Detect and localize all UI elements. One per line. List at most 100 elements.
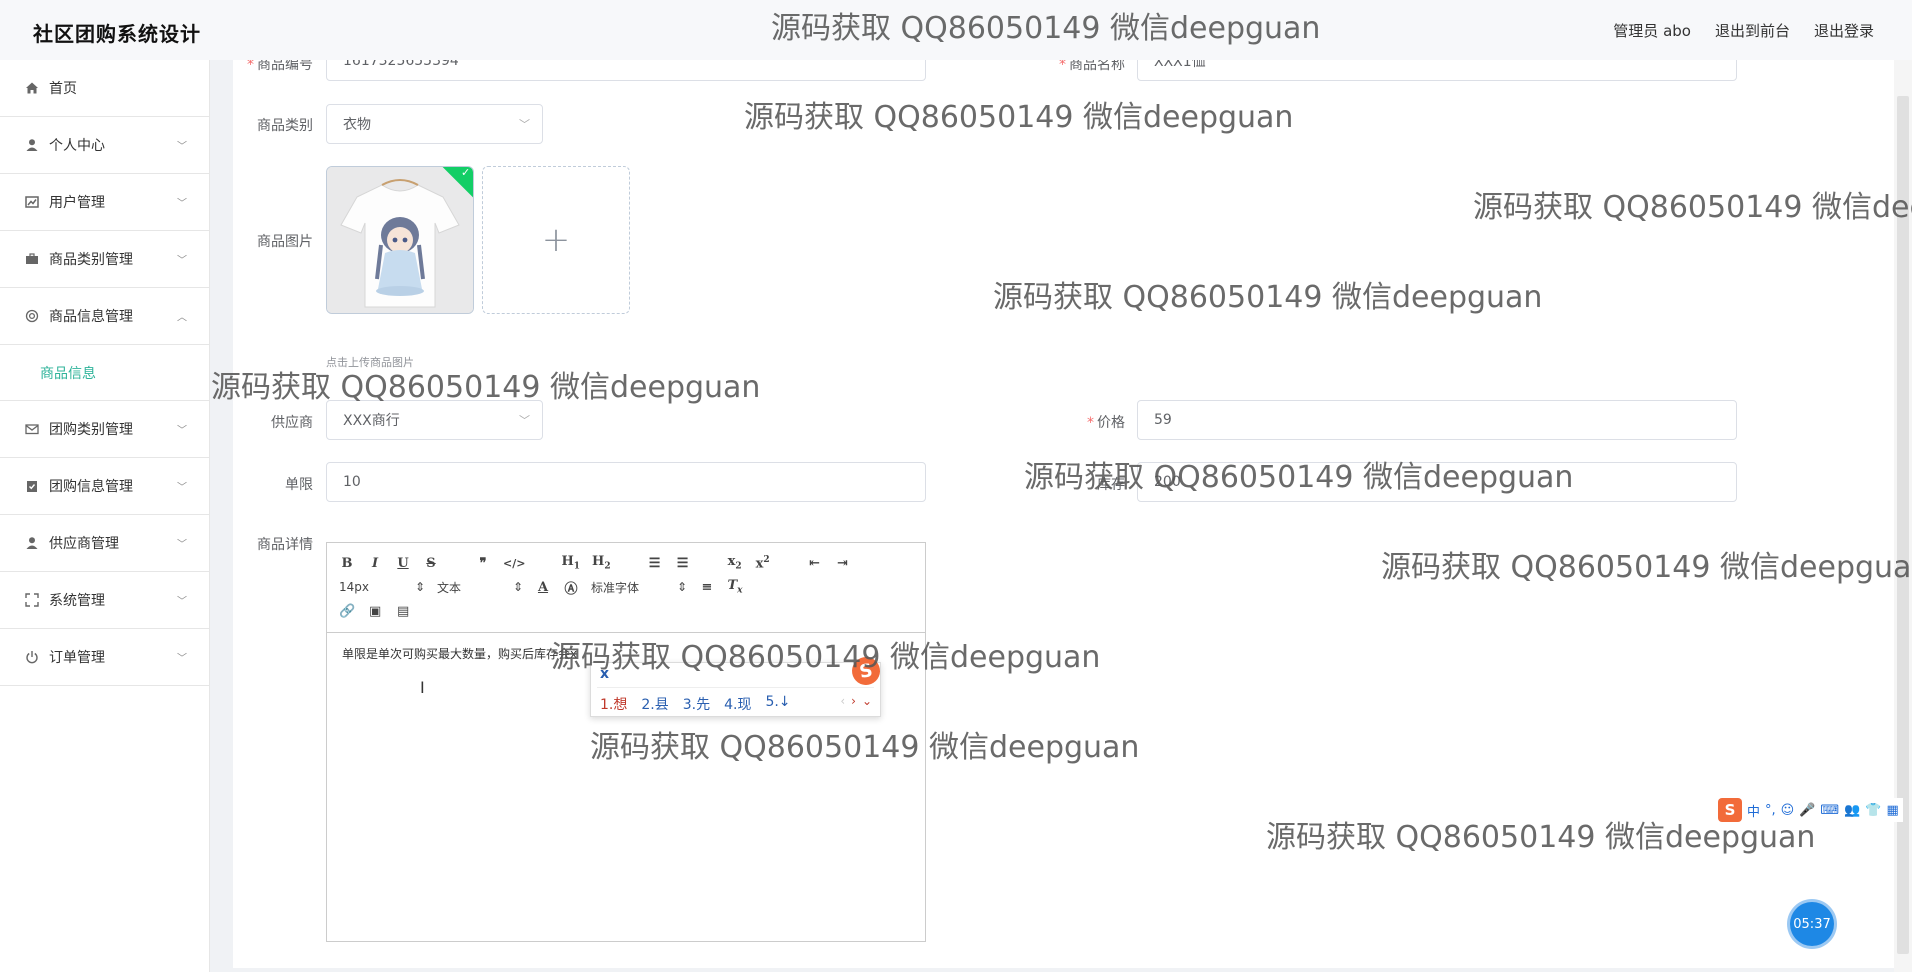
limit-field[interactable]: 10: [326, 462, 926, 502]
underline-button[interactable]: U: [395, 556, 411, 571]
clipboard-icon: [24, 478, 40, 494]
chevron-down-icon: ﹀: [519, 414, 530, 427]
clear-format-button[interactable]: Tx: [727, 578, 743, 596]
font-family-select[interactable]: 标准字体 ⇕: [591, 579, 687, 596]
home-icon: [24, 80, 40, 96]
chevron-down-icon: ﹀: [177, 482, 187, 494]
chevron-right-icon[interactable]: ›: [851, 694, 856, 708]
sidebar-item-category-management[interactable]: 商品类别管理 ﹀: [0, 231, 209, 288]
font-size-select[interactable]: 14px ⇕: [339, 580, 425, 594]
sidebar-item-label: 团购信息管理: [49, 479, 133, 495]
chevron-up-icon: ︿: [177, 312, 187, 324]
sogou-icon[interactable]: S: [1718, 798, 1742, 822]
sidebar-subitem-product-info[interactable]: 商品信息: [0, 345, 209, 401]
scrollbar-thumb[interactable]: [1897, 96, 1909, 954]
sidebar-item-product-info-management[interactable]: 商品信息管理 ︿: [0, 288, 209, 345]
ime-candidate[interactable]: 2.县: [641, 694, 668, 714]
sidebar-item-personal-center[interactable]: 个人中心 ﹀: [0, 117, 209, 174]
subscript-button[interactable]: x2: [727, 554, 743, 572]
image-icon[interactable]: ▣: [367, 604, 383, 619]
sidebar-item-label: 首页: [49, 81, 77, 97]
category-label: 商品类别: [257, 118, 313, 134]
sidebar-item-groupbuy-info[interactable]: 团购信息管理 ﹀: [0, 458, 209, 515]
exit-to-front-link[interactable]: 退出到前台: [1715, 20, 1790, 41]
ime-candidate[interactable]: 4.现: [724, 694, 751, 714]
code-block-button[interactable]: </>: [503, 557, 525, 570]
chevron-down-icon[interactable]: ⌄: [862, 694, 872, 708]
stock-label: 库存: [1097, 477, 1125, 493]
chevron-down-icon: ﹀: [519, 118, 530, 131]
sidebar-item-groupbuy-category[interactable]: 团购类别管理 ﹀: [0, 401, 209, 458]
app-title: 社区团购系统设计: [33, 22, 201, 46]
bullet-list-button[interactable]: ☰: [675, 556, 691, 571]
price-field[interactable]: 59: [1137, 400, 1737, 440]
font-color-button[interactable]: A: [535, 580, 551, 595]
ime-mode-toggle[interactable]: 中: [1747, 801, 1760, 820]
logout-link[interactable]: 退出登录: [1814, 20, 1874, 41]
emoji-icon[interactable]: ☺: [1781, 803, 1795, 818]
image-label: 商品图片: [257, 234, 313, 250]
heading2-button[interactable]: H2: [592, 554, 611, 572]
uploaded-image-thumbnail[interactable]: ✓: [326, 166, 474, 314]
blockquote-button[interactable]: ❞: [475, 556, 491, 571]
sidebar-item-supplier-management[interactable]: 供应商管理 ﹀: [0, 515, 209, 572]
ime-candidate[interactable]: 3.先: [683, 694, 710, 714]
sidebar-item-user-management[interactable]: 用户管理 ﹀: [0, 174, 209, 231]
video-icon[interactable]: ▤: [395, 604, 411, 619]
user-icon: [24, 535, 40, 551]
superscript-button[interactable]: x2: [755, 555, 771, 571]
align-button[interactable]: ≡: [699, 580, 715, 595]
sidebar-item-label: 团购类别管理: [49, 422, 133, 438]
skin-icon[interactable]: 👕: [1865, 803, 1881, 818]
ime-candidate[interactable]: 5.↓: [765, 694, 790, 714]
sidebar-item-system-management[interactable]: 系统管理 ﹀: [0, 572, 209, 629]
plus-icon: +: [541, 220, 571, 260]
ime-punctuation-toggle[interactable]: °,: [1765, 803, 1776, 818]
sidebar-item-order-management[interactable]: 订单管理 ﹀: [0, 629, 209, 686]
header-links: 管理员 abo 退出到前台 退出登录: [1613, 20, 1874, 41]
ime-candidate[interactable]: 1.想: [600, 694, 627, 714]
supplier-select[interactable]: XXX商行 ﹀: [326, 400, 543, 440]
chevron-left-icon[interactable]: ‹: [840, 694, 845, 708]
bold-button[interactable]: B: [339, 556, 355, 571]
chevron-down-icon: ﹀: [177, 596, 187, 608]
sidebar-item-label: 订单管理: [49, 650, 105, 666]
italic-button[interactable]: I: [367, 556, 383, 571]
sidebar-item-home[interactable]: 首页: [0, 60, 209, 117]
upload-tip: 点击上传商品图片: [326, 356, 414, 369]
strikethrough-button[interactable]: S: [423, 556, 439, 571]
supplier-value: XXX商行: [343, 413, 400, 429]
power-icon: [24, 649, 40, 665]
sidebar-item-label: 商品类别管理: [49, 252, 133, 268]
outdent-button[interactable]: ⇤: [807, 556, 823, 571]
chevron-down-icon: ﹀: [177, 141, 187, 153]
user-icon: [24, 137, 40, 153]
text-cursor-icon: I: [420, 678, 425, 697]
heading1-button[interactable]: H1: [561, 554, 580, 572]
sidebar-item-label: 用户管理: [49, 195, 105, 211]
category-select[interactable]: 衣物 ﹀: [326, 104, 543, 144]
ime-candidates: 1.想 2.县 3.先 4.现 5.↓: [600, 694, 791, 714]
detail-label: 商品详情: [257, 537, 313, 553]
ordered-list-button[interactable]: ☰: [647, 556, 663, 571]
link-icon[interactable]: 🔗: [339, 604, 355, 619]
paragraph-select[interactable]: 文本 ⇕: [437, 579, 523, 596]
sidebar-item-label: 供应商管理: [49, 536, 119, 552]
toolbox-icon[interactable]: ▦: [1887, 803, 1899, 818]
background-color-button[interactable]: Ⓐ: [563, 578, 579, 597]
microphone-icon[interactable]: 🎤: [1799, 803, 1815, 818]
mail-icon: [24, 421, 40, 437]
keyboard-icon[interactable]: ⌨: [1820, 803, 1839, 818]
upload-image-button[interactable]: +: [482, 166, 630, 314]
chevron-down-icon: ﹀: [177, 425, 187, 437]
category-value: 衣物: [343, 117, 371, 133]
users-icon[interactable]: 👥: [1844, 803, 1860, 818]
stock-field[interactable]: 200: [1137, 462, 1737, 502]
chevron-down-icon: ﹀: [177, 198, 187, 210]
briefcase-icon: [24, 251, 40, 267]
ime-toolbar: S 中 °, ☺ 🎤 ⌨ 👥 👕 ▦: [1714, 798, 1903, 822]
indent-button[interactable]: ⇥: [835, 556, 851, 571]
ime-page-nav: ‹ › ⌄: [840, 694, 872, 708]
fullscreen-icon: [24, 592, 40, 608]
gear-icon: [24, 308, 40, 324]
